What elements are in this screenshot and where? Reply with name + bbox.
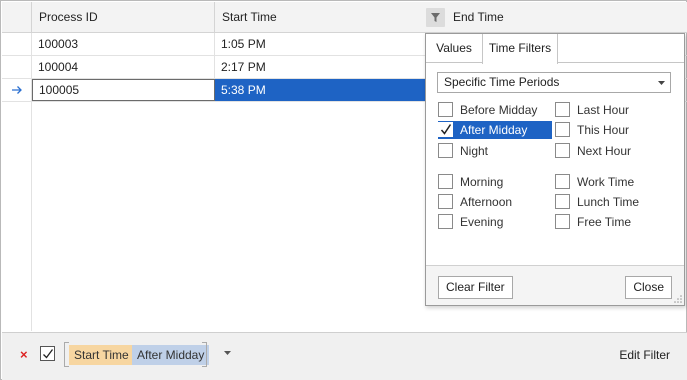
checkbox[interactable] [438,194,453,209]
checkmark-icon [440,124,452,135]
funnel-icon [431,13,440,22]
option-before-midday[interactable]: Before Midday [438,101,550,119]
column-header-process-id[interactable]: Process ID [32,2,215,33]
option-this-hour[interactable]: This Hour [555,121,667,139]
option-afternoon[interactable]: Afternoon [438,193,550,211]
filter-value-chip[interactable]: After Midday [132,345,210,365]
checkbox[interactable] [555,143,570,158]
cell-start-time-selected[interactable]: 5:38 PM [215,79,426,101]
checkbox[interactable] [555,102,570,117]
option-night[interactable]: Night [438,142,550,160]
checkbox[interactable] [555,174,570,189]
cell-start-time[interactable]: 2:17 PM [215,56,426,78]
checkbox-checked[interactable] [438,122,453,137]
checkbox[interactable] [555,194,570,209]
grid-control: Process ID Start Time End Time 100003 1:… [0,0,687,380]
column-header-start-time[interactable]: Start Time [215,2,426,33]
row-indicator[interactable] [2,79,32,101]
filter-bracket-close [202,342,207,367]
checkbox[interactable] [555,214,570,229]
option-last-hour[interactable]: Last Hour [555,101,667,119]
option-after-midday[interactable]: After Midday [438,121,552,139]
row-indicator[interactable] [2,33,32,55]
row-indicator[interactable] [2,56,32,78]
chevron-down-icon [658,81,665,85]
option-free-time[interactable]: Free Time [555,213,667,231]
option-lunch-time[interactable]: Lunch Time [555,193,667,211]
checkbox[interactable] [438,102,453,117]
column-header-end-time[interactable]: End Time [446,2,687,33]
arrow-right-icon [12,86,22,94]
indicator-column-divider [31,102,32,331]
cell-start-time[interactable]: 1:05 PM [215,33,426,55]
option-morning[interactable]: Morning [438,173,550,191]
close-button[interactable]: Close [625,276,672,299]
checkmark-icon [43,349,54,359]
time-period-select-value: Specific Time Periods [444,75,560,89]
cell-process-id[interactable]: 100004 [32,56,215,78]
filter-button[interactable] [426,8,445,27]
option-next-hour[interactable]: Next Hour [555,142,667,160]
filter-popup: Values Time Filters Specific Time Period… [425,33,685,306]
filter-enabled-checkbox[interactable] [40,346,55,361]
filter-field-chip[interactable]: Start Time [69,345,134,365]
option-work-time[interactable]: Work Time [555,173,667,191]
filter-panel: × Start Time After Midday Edit Filter [2,332,687,380]
cell-process-id[interactable]: 100003 [32,33,215,55]
checkbox[interactable] [438,174,453,189]
clear-filter-button[interactable]: Clear Filter [438,276,513,299]
chevron-down-icon[interactable] [224,351,231,355]
popup-footer: Clear Filter Close [426,265,684,305]
checkbox[interactable] [438,143,453,158]
close-icon[interactable]: × [20,347,28,362]
time-period-select[interactable]: Specific Time Periods [437,72,671,93]
checkbox[interactable] [438,214,453,229]
popup-tabs: Values Time Filters [426,34,684,64]
tab-values[interactable]: Values [426,34,482,63]
option-evening[interactable]: Evening [438,213,550,231]
edit-filter-link[interactable]: Edit Filter [619,348,670,362]
cell-process-id-focused[interactable]: 100005 [32,79,215,101]
row-indicator-header [2,2,32,33]
grid-header: Process ID Start Time End Time [2,2,687,33]
tab-time-filters[interactable]: Time Filters [482,34,558,64]
resize-grip-icon[interactable] [674,295,682,303]
checkbox[interactable] [555,122,570,137]
